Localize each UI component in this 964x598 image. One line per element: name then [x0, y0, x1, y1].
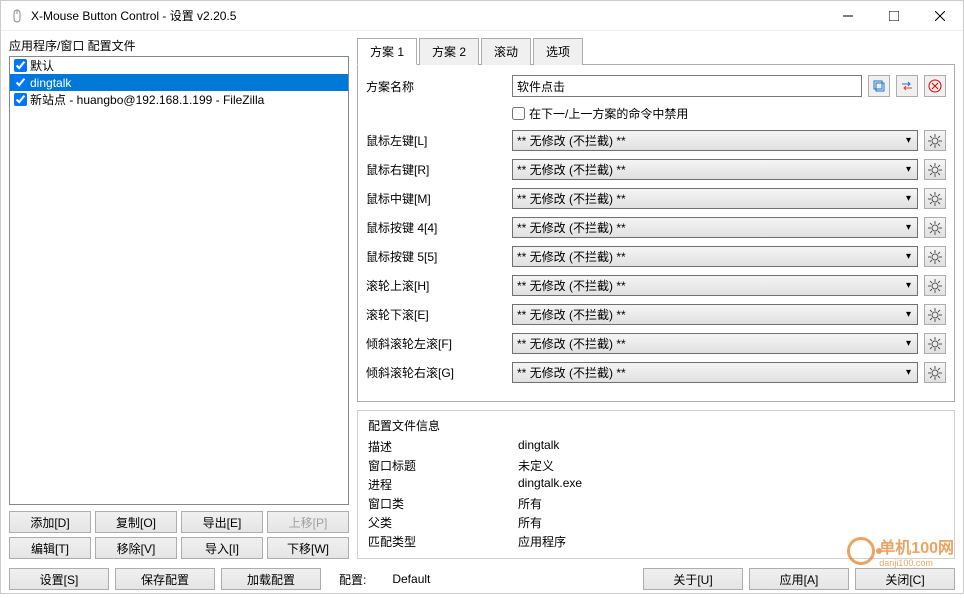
mouse-action-combo[interactable]: ** 无修改 (不拦截) ** [512, 188, 918, 209]
info-wintitle-label: 窗口标题 [368, 457, 518, 474]
gear-icon-button[interactable] [924, 159, 946, 180]
gear-icon-button[interactable] [924, 362, 946, 383]
mouse-button-label: 倾斜滚轮右滚[G] [366, 364, 506, 381]
info-parent-value: 所有 [518, 514, 542, 531]
list-item-label: 新站点 - huangbo@192.168.1.199 - FileZilla [30, 91, 264, 108]
gear-icon-button[interactable] [924, 304, 946, 325]
mouse-action-combo[interactable]: ** 无修改 (不拦截) ** [512, 275, 918, 296]
tab-options[interactable]: 选项 [533, 38, 583, 65]
mouse-action-combo[interactable]: ** 无修改 (不拦截) ** [512, 362, 918, 383]
info-match-label: 匹配类型 [368, 533, 518, 550]
tab-plan-1[interactable]: 方案 1 [357, 38, 417, 65]
export-button[interactable]: 导出[E] [181, 511, 263, 533]
apply-button[interactable]: 应用[A] [749, 568, 849, 590]
info-desc-label: 描述 [368, 438, 518, 455]
list-item-label: dingtalk [30, 76, 71, 90]
list-item-label: 默认 [30, 57, 54, 74]
about-button[interactable]: 关于[U] [643, 568, 743, 590]
profile-info-group: 配置文件信息 描述dingtalk 窗口标题未定义 进程dingtalk.exe… [357, 410, 955, 559]
info-class-label: 窗口类 [368, 495, 518, 512]
mouse-action-combo[interactable]: ** 无修改 (不拦截) ** [512, 130, 918, 151]
list-item[interactable]: 新站点 - huangbo@192.168.1.199 - FileZilla [10, 91, 348, 108]
swap-icon-button[interactable] [896, 75, 918, 97]
mouse-action-combo[interactable]: ** 无修改 (不拦截) ** [512, 304, 918, 325]
gear-icon-button[interactable] [924, 275, 946, 296]
info-match-value: 应用程序 [518, 533, 566, 550]
gear-icon-button[interactable] [924, 246, 946, 267]
tabs: 方案 1 方案 2 滚动 选项 [357, 37, 955, 65]
disable-checkbox-label: 在下一/上一方案的命令中禁用 [529, 105, 688, 122]
profile-listbox[interactable]: 默认 dingtalk新站点 - huangbo@192.168.1.199 - … [9, 56, 349, 505]
copy-button[interactable]: 复制[O] [95, 511, 177, 533]
bottom-bar: 设置[S] 保存配置 加载配置 配置: Default 关于[U] 应用[A] … [1, 559, 963, 598]
mouse-button-label: 鼠标按键 5[5] [366, 248, 506, 265]
profile-value: Default [392, 572, 430, 586]
info-process-label: 进程 [368, 476, 518, 493]
profile-label: 配置: [339, 571, 366, 588]
mouse-button-label: 鼠标左键[L] [366, 132, 506, 149]
mouse-button-label: 滚轮上滚[H] [366, 277, 506, 294]
move-down-button[interactable]: 下移[W] [267, 537, 349, 559]
disable-in-prev-next-checkbox[interactable] [512, 107, 525, 120]
mouse-action-combo[interactable]: ** 无修改 (不拦截) ** [512, 333, 918, 354]
save-config-button[interactable]: 保存配置 [115, 568, 215, 590]
close-button[interactable] [917, 1, 963, 31]
add-button[interactable]: 添加[D] [9, 511, 91, 533]
close-dialog-button[interactable]: 关闭[C] [855, 568, 955, 590]
maximize-button[interactable] [871, 1, 917, 31]
list-item[interactable]: dingtalk [10, 74, 348, 91]
move-up-button[interactable]: 上移[P] [267, 511, 349, 533]
info-parent-label: 父类 [368, 514, 518, 531]
copy-icon-button[interactable] [868, 75, 890, 97]
gear-icon-button[interactable] [924, 333, 946, 354]
mouse-action-combo[interactable]: ** 无修改 (不拦截) ** [512, 217, 918, 238]
mouse-button-label: 鼠标右键[R] [366, 161, 506, 178]
info-wintitle-value: 未定义 [518, 457, 554, 474]
gear-icon-button[interactable] [924, 217, 946, 238]
import-button[interactable]: 导入[I] [181, 537, 263, 559]
remove-button[interactable]: 移除[V] [95, 537, 177, 559]
list-item-checkbox[interactable] [14, 59, 27, 72]
list-item-checkbox[interactable] [14, 93, 27, 106]
list-item-checkbox[interactable] [14, 76, 27, 89]
mouse-button-label: 鼠标按键 4[4] [366, 219, 506, 236]
mouse-button-label: 滚轮下滚[E] [366, 306, 506, 323]
info-process-value: dingtalk.exe [518, 476, 582, 493]
titlebar: X-Mouse Button Control - 设置 v2.20.5 [1, 1, 963, 31]
minimize-button[interactable] [825, 1, 871, 31]
info-desc-value: dingtalk [518, 438, 559, 455]
info-class-value: 所有 [518, 495, 542, 512]
mouse-action-combo[interactable]: ** 无修改 (不拦截) ** [512, 159, 918, 180]
mouse-action-combo[interactable]: ** 无修改 (不拦截) ** [512, 246, 918, 267]
load-config-button[interactable]: 加载配置 [221, 568, 321, 590]
tab-scroll[interactable]: 滚动 [481, 38, 531, 65]
mouse-button-label: 倾斜滚轮左滚[F] [366, 335, 506, 352]
app-icon [9, 8, 25, 24]
gear-icon-button[interactable] [924, 188, 946, 209]
plan-name-label: 方案名称 [366, 78, 506, 95]
settings-button[interactable]: 设置[S] [9, 568, 109, 590]
info-title: 配置文件信息 [368, 417, 944, 434]
plan-name-input[interactable] [512, 75, 862, 97]
gear-icon-button[interactable] [924, 130, 946, 151]
delete-icon-button[interactable] [924, 75, 946, 97]
list-item[interactable]: 默认 [10, 57, 348, 74]
titlebar-text: X-Mouse Button Control - 设置 v2.20.5 [31, 7, 825, 24]
edit-button[interactable]: 编辑[T] [9, 537, 91, 559]
mouse-button-label: 鼠标中键[M] [366, 190, 506, 207]
profile-list-label: 应用程序/窗口 配置文件 [9, 37, 349, 54]
tab-plan-2[interactable]: 方案 2 [419, 38, 479, 65]
